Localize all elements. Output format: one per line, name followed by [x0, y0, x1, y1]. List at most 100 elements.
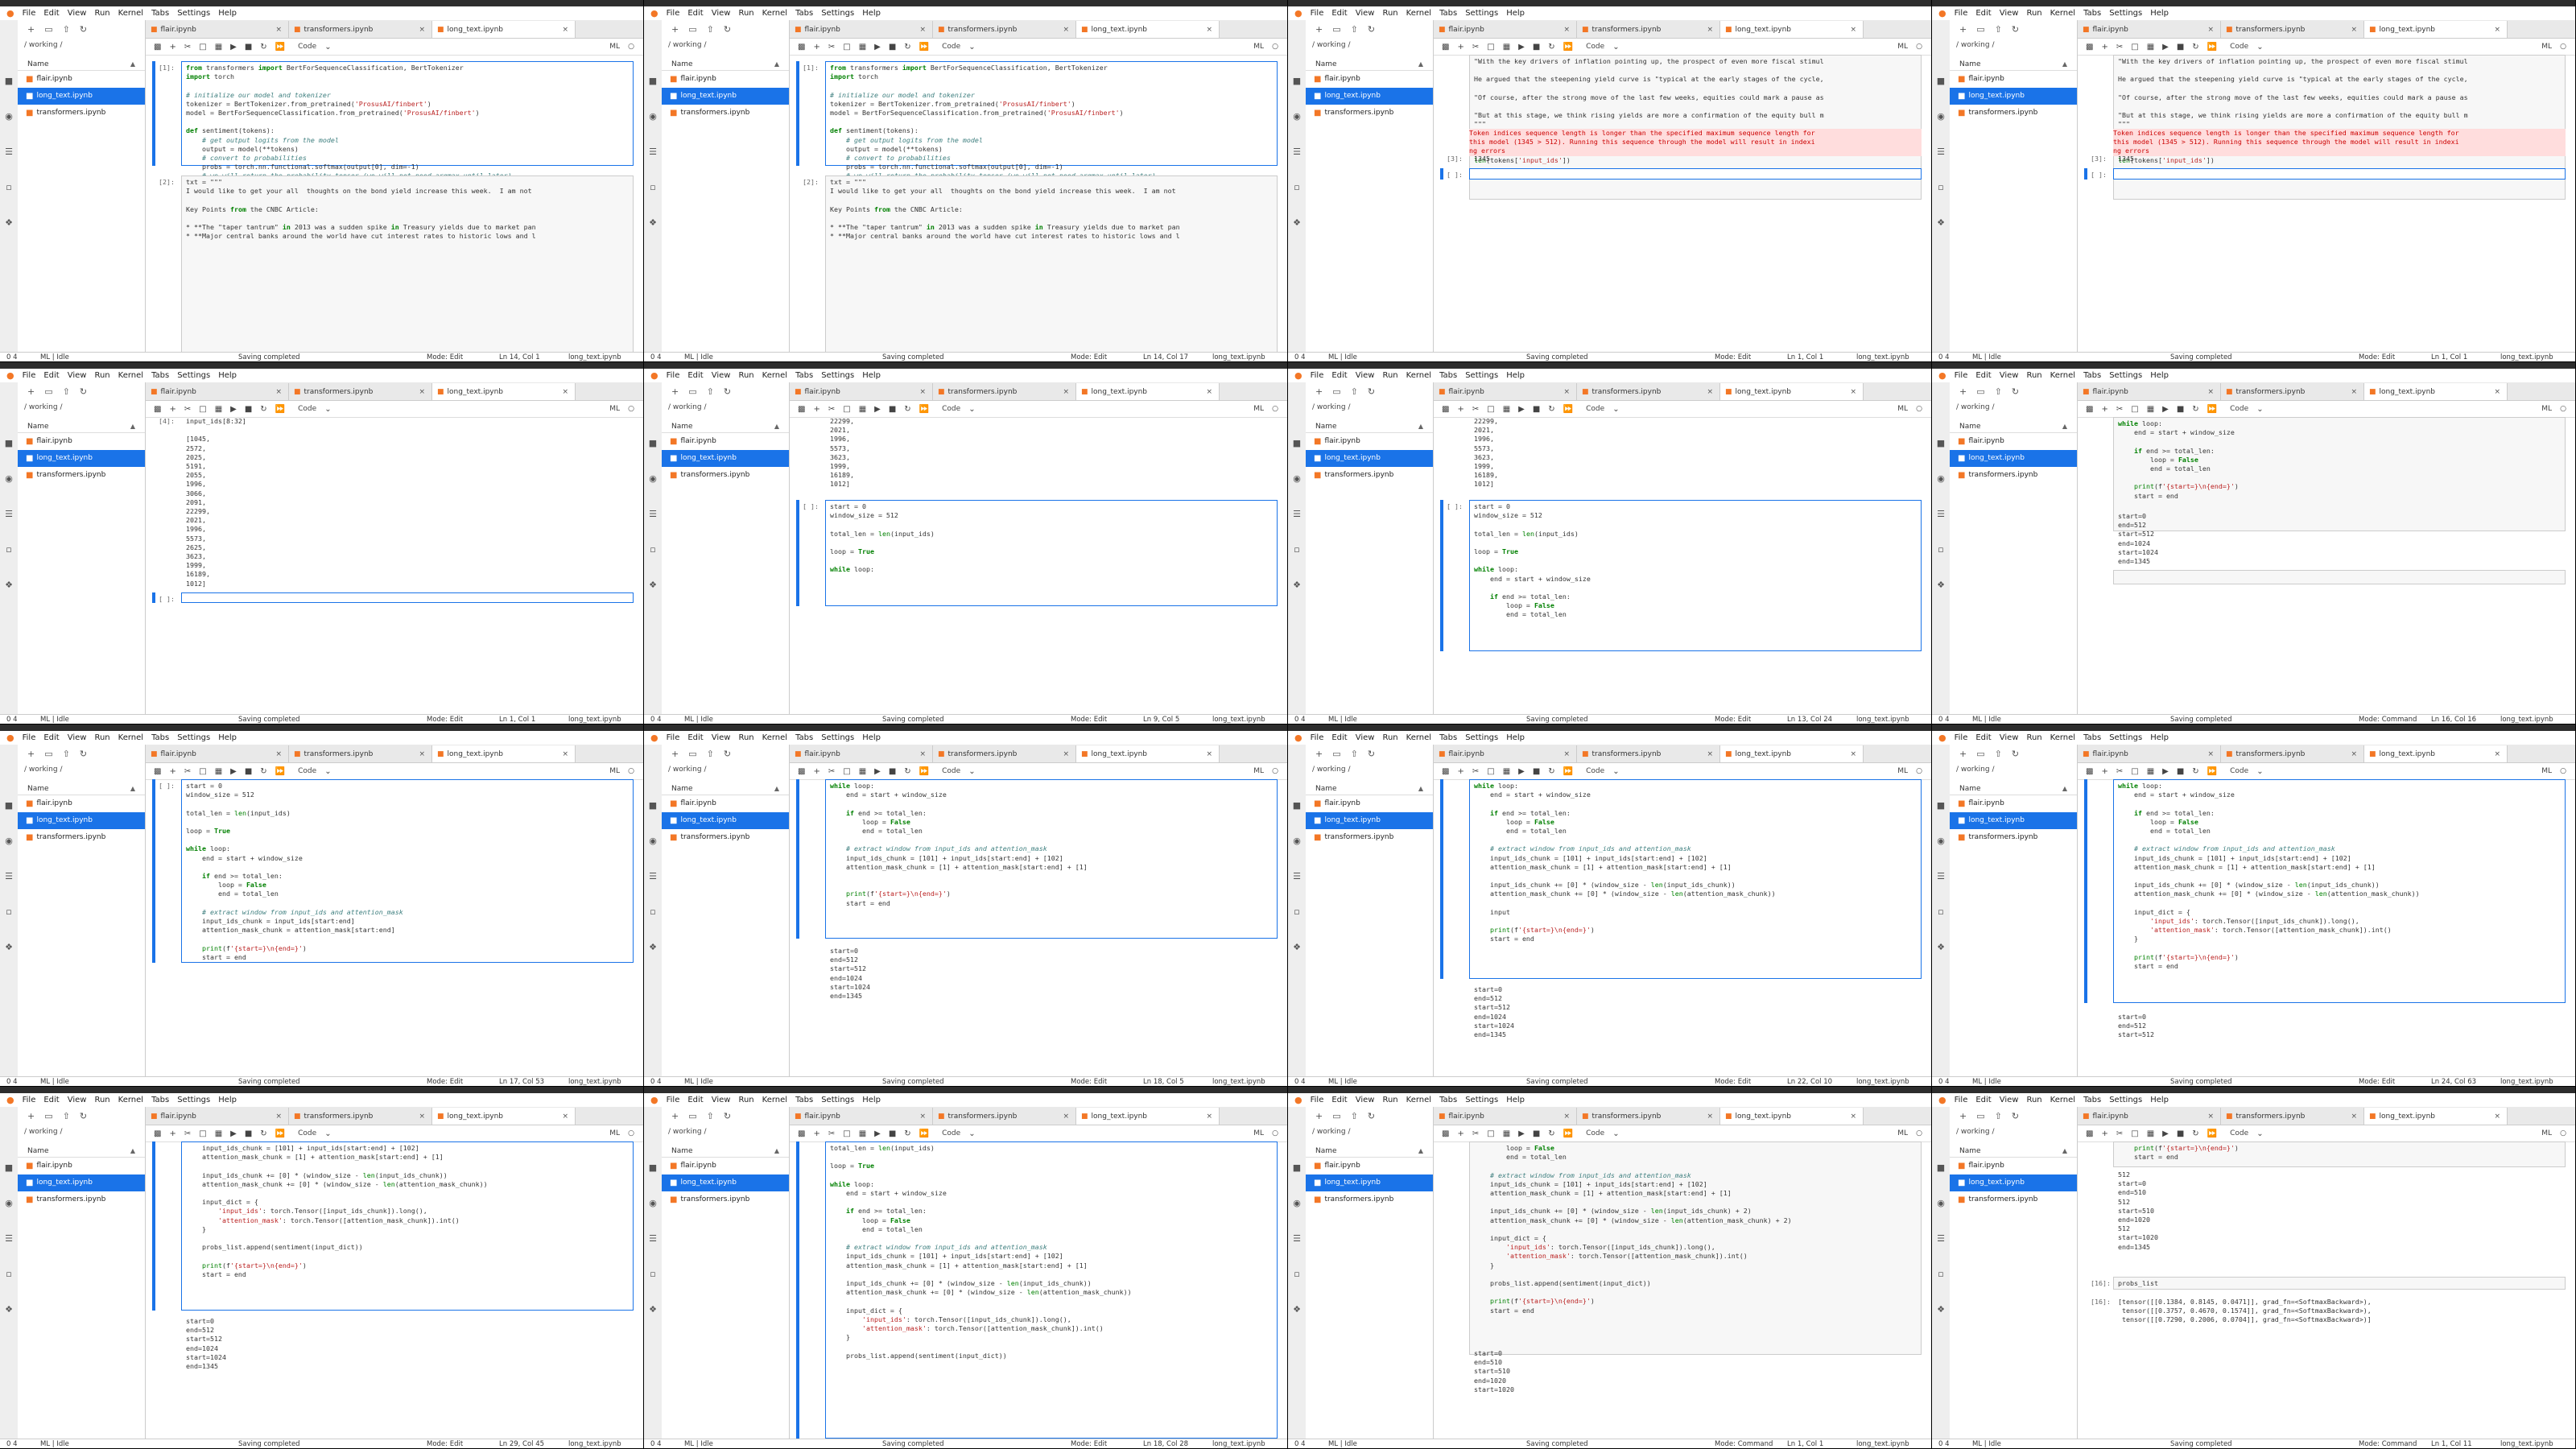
close-tab-icon[interactable]: × — [2207, 26, 2214, 34]
close-tab-icon[interactable]: × — [1707, 1113, 1713, 1121]
close-tab-icon[interactable]: × — [1206, 1113, 1212, 1121]
new-folder-icon[interactable]: ▭ — [688, 749, 696, 759]
menu-edit[interactable]: Edit — [1975, 371, 1991, 380]
menu-file[interactable]: File — [23, 733, 36, 742]
cell-type-select[interactable]: Code — [1586, 767, 1604, 775]
menu-view[interactable]: View — [68, 1096, 87, 1104]
status-counts[interactable]: 0 4 — [650, 1078, 662, 1086]
save-icon[interactable]: ▩ — [154, 767, 161, 776]
folder-icon[interactable]: ■ — [1288, 72, 1306, 90]
chevron-down-icon[interactable]: ⌄ — [968, 1129, 975, 1138]
commands-icon[interactable]: ☰ — [644, 143, 662, 161]
file-list-header[interactable]: Name ▲ — [1950, 783, 2077, 795]
upload-icon[interactable]: ⇧ — [707, 749, 714, 759]
extension-icon[interactable]: ❖ — [644, 576, 662, 594]
cut-icon[interactable]: ✂ — [184, 767, 191, 776]
insert-cell-icon[interactable]: + — [2101, 1129, 2107, 1138]
file-item[interactable]: ■ long_text.ipynb — [662, 1174, 789, 1191]
run-icon[interactable]: ▶ — [1518, 767, 1525, 776]
close-tab-icon[interactable]: × — [2494, 1113, 2500, 1121]
restart-run-icon[interactable]: ⏩ — [275, 1129, 285, 1138]
close-tab-icon[interactable]: × — [1206, 750, 1212, 758]
tab-transformers[interactable]: ■ transformers.ipynb × — [933, 745, 1076, 762]
refresh-icon[interactable]: ↻ — [80, 24, 87, 35]
chevron-down-icon[interactable]: ⌄ — [2256, 43, 2263, 52]
tab-flair[interactable]: ■ flair.ipynb × — [1434, 21, 1577, 38]
file-item[interactable]: ■ long_text.ipynb — [1306, 812, 1433, 829]
extension-icon[interactable]: ❖ — [0, 939, 18, 956]
status-kernel[interactable]: ML | Idle — [40, 1078, 69, 1086]
menu-edit[interactable]: Edit — [43, 9, 59, 18]
cell-type-select[interactable]: Code — [1586, 1129, 1604, 1137]
new-launcher-icon[interactable]: + — [1959, 24, 1967, 35]
tab-transformers[interactable]: ■ transformers.ipynb × — [1577, 383, 1720, 400]
restart-icon[interactable]: ↻ — [260, 767, 266, 776]
file-item[interactable]: ■ transformers.ipynb — [1306, 829, 1433, 846]
status-cursor-position[interactable]: Ln 14, Col 1 — [499, 353, 540, 361]
chevron-down-icon[interactable]: ⌄ — [324, 767, 331, 776]
menu-view[interactable]: View — [712, 9, 731, 18]
file-item[interactable]: ■ flair.ipynb — [662, 71, 789, 88]
tab-long-text[interactable]: ■ long_text.ipynb × — [1720, 1108, 1864, 1125]
restart-icon[interactable]: ↻ — [260, 1129, 266, 1138]
tab-flair[interactable]: ■ flair.ipynb × — [790, 1108, 933, 1125]
status-counts[interactable]: 0 4 — [1938, 716, 1950, 724]
new-folder-icon[interactable]: ▭ — [1332, 386, 1340, 397]
commands-icon[interactable]: ☰ — [1288, 1230, 1306, 1248]
status-cursor-position[interactable]: Ln 16, Col 16 — [2431, 716, 2476, 724]
menu-file[interactable]: File — [23, 9, 36, 18]
menu-view[interactable]: View — [1356, 9, 1375, 18]
new-launcher-icon[interactable]: + — [27, 386, 35, 397]
cell-type-select[interactable]: Code — [298, 43, 316, 51]
save-icon[interactable]: ▩ — [798, 405, 805, 414]
running-icon[interactable]: ◉ — [1288, 1195, 1306, 1212]
file-list-header[interactable]: Name ▲ — [662, 59, 789, 71]
file-item[interactable]: ■ flair.ipynb — [18, 1158, 145, 1174]
menu-settings[interactable]: Settings — [2109, 733, 2142, 742]
copy-icon[interactable]: □ — [2131, 767, 2138, 776]
tab-transformers[interactable]: ■ transformers.ipynb × — [1577, 21, 1720, 38]
tabs-icon[interactable]: ▫ — [644, 541, 662, 559]
upload-icon[interactable]: ⇧ — [1995, 386, 2002, 397]
close-tab-icon[interactable]: × — [2494, 26, 2500, 34]
status-kernel[interactable]: ML | Idle — [1328, 1440, 1357, 1448]
extension-icon[interactable]: ❖ — [1932, 1301, 1950, 1319]
close-tab-icon[interactable]: × — [2351, 1113, 2357, 1121]
menu-tabs[interactable]: Tabs — [795, 371, 813, 380]
file-item[interactable]: ■ long_text.ipynb — [1306, 450, 1433, 467]
menu-tabs[interactable]: Tabs — [2083, 9, 2101, 18]
commands-icon[interactable]: ☰ — [1288, 143, 1306, 161]
stop-icon[interactable]: ■ — [889, 767, 896, 776]
kernel-name[interactable]: ML — [1253, 1129, 1264, 1137]
status-counts[interactable]: 0 4 — [650, 1440, 662, 1448]
paste-icon[interactable]: ▦ — [1503, 1129, 1510, 1138]
close-tab-icon[interactable]: × — [919, 1113, 926, 1121]
extension-icon[interactable]: ❖ — [1932, 939, 1950, 956]
file-item[interactable]: ■ flair.ipynb — [1950, 71, 2077, 88]
folder-icon[interactable]: ■ — [1288, 1159, 1306, 1177]
close-tab-icon[interactable]: × — [1850, 26, 1856, 34]
file-item[interactable]: ■ transformers.ipynb — [662, 1191, 789, 1208]
menu-kernel[interactable]: Kernel — [762, 371, 787, 380]
menu-help[interactable]: Help — [1506, 733, 1525, 742]
menu-kernel[interactable]: Kernel — [762, 1096, 787, 1104]
menu-file[interactable]: File — [1311, 1096, 1324, 1104]
new-folder-icon[interactable]: ▭ — [688, 386, 696, 397]
copy-icon[interactable]: □ — [199, 1129, 206, 1138]
folder-icon[interactable]: ■ — [644, 1159, 662, 1177]
restart-run-icon[interactable]: ⏩ — [1563, 767, 1573, 776]
tab-flair[interactable]: ■ flair.ipynb × — [146, 21, 289, 38]
menu-help[interactable]: Help — [2150, 371, 2169, 380]
menu-settings[interactable]: Settings — [177, 1096, 210, 1104]
save-icon[interactable]: ▩ — [1442, 405, 1449, 414]
refresh-icon[interactable]: ↻ — [724, 749, 731, 759]
restart-icon[interactable]: ↻ — [260, 405, 266, 414]
extension-icon[interactable]: ❖ — [1288, 939, 1306, 956]
menu-view[interactable]: View — [712, 733, 731, 742]
chevron-down-icon[interactable]: ⌄ — [2256, 405, 2263, 414]
cell-type-select[interactable]: Code — [942, 1129, 960, 1137]
restart-run-icon[interactable]: ⏩ — [919, 405, 929, 414]
status-counts[interactable]: 0 4 — [1294, 353, 1306, 361]
kernel-name[interactable]: ML — [609, 43, 620, 51]
menu-view[interactable]: View — [2000, 733, 2019, 742]
